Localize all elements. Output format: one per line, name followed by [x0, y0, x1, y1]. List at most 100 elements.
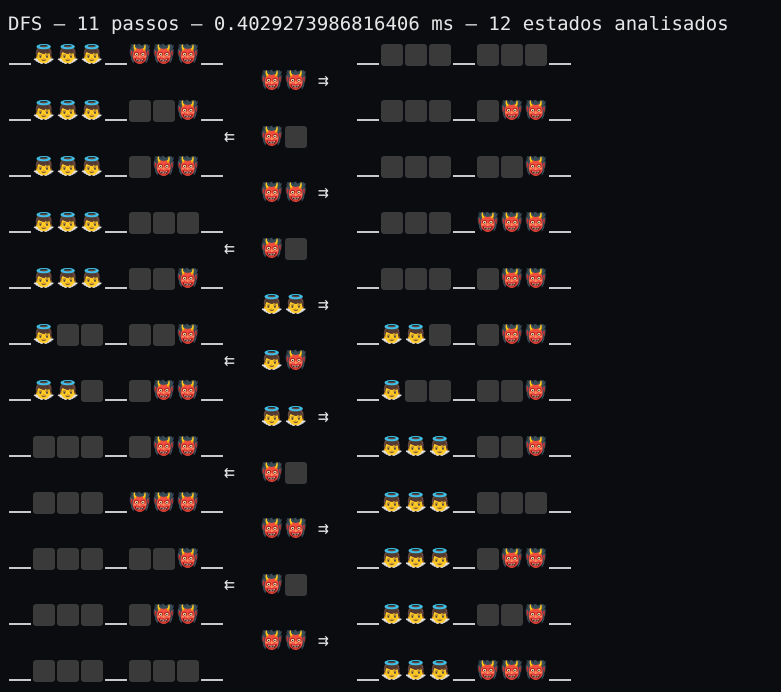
right-bank-state: 👹 👹: [356, 264, 572, 290]
move-row: 👹 👹 ⇉: [0, 516, 781, 544]
empty-slot-icon: [57, 492, 79, 514]
devil-icon: 👹: [260, 462, 284, 483]
shore-mark: [356, 604, 380, 626]
devil-icon: 👹: [260, 518, 284, 539]
shore-mark: [200, 604, 224, 626]
devil-icon: 👹: [176, 492, 200, 513]
shore-mark: [548, 268, 572, 290]
right-bank-state: 👹 👹: [356, 96, 572, 122]
empty-slot-icon: [285, 238, 307, 260]
angel-icon: 👼: [80, 44, 104, 65]
devil-icon: 👹: [260, 126, 284, 147]
devil-icon: 👹: [284, 518, 308, 539]
empty-slot-icon: [285, 574, 307, 596]
left-bank-state: [8, 656, 224, 682]
right-bank-state: 👼 👼 👹 👹: [356, 320, 572, 346]
devil-icon: 👹: [500, 268, 524, 289]
empty-slot-icon: [501, 156, 523, 178]
angel-icon: 👼: [404, 604, 428, 625]
empty-slot-icon: [129, 156, 151, 178]
shore-mark: [8, 436, 32, 458]
move-row: 👹 ⇇: [0, 572, 781, 600]
empty-slot-icon: [501, 380, 523, 402]
shore-mark: [356, 492, 380, 514]
devil-icon: 👹: [260, 574, 284, 595]
devil-icon: 👹: [524, 660, 548, 681]
boat-passengers: 👹 👹: [260, 516, 308, 542]
empty-slot-icon: [153, 324, 175, 346]
left-bank-state: 👹 👹: [8, 432, 224, 458]
angel-icon: 👼: [32, 100, 56, 121]
devil-icon: 👹: [500, 324, 524, 345]
state-row: 👼 👼 👼 👹 👹 👹: [0, 152, 781, 180]
shore-mark: [200, 660, 224, 682]
shore-mark: [200, 100, 224, 122]
left-bank-state: 👼 👼 👼 👹 👹 👹: [8, 40, 224, 66]
devil-icon: 👹: [176, 268, 200, 289]
angel-icon: 👼: [56, 156, 80, 177]
state-row: 👹 👹 👹 👼 👼 👼: [0, 488, 781, 516]
shore-mark: [356, 660, 380, 682]
empty-slot-icon: [381, 212, 403, 234]
devil-icon: 👹: [524, 156, 548, 177]
angel-icon: 👼: [56, 100, 80, 121]
empty-slot-icon: [429, 100, 451, 122]
devil-icon: 👹: [176, 380, 200, 401]
shore-mark: [356, 100, 380, 122]
empty-slot-icon: [57, 604, 79, 626]
empty-slot-icon: [405, 44, 427, 66]
shore-mark: [548, 604, 572, 626]
shore-mark: [356, 380, 380, 402]
arrow-right-icon: ⇉: [318, 630, 329, 651]
right-bank-state: 👹 👹 👹: [356, 208, 572, 234]
state-row: 👼 👼 👹 👹 👼 👹: [0, 376, 781, 404]
angel-icon: 👼: [56, 380, 80, 401]
arrow-left-icon: ⇇: [224, 574, 235, 595]
empty-slot-icon: [477, 44, 499, 66]
angel-icon: 👼: [32, 324, 56, 345]
angel-icon: 👼: [80, 268, 104, 289]
devil-icon: 👹: [284, 630, 308, 651]
devil-icon: 👹: [284, 182, 308, 203]
shore-mark: [548, 44, 572, 66]
empty-slot-icon: [477, 268, 499, 290]
empty-slot-icon: [381, 268, 403, 290]
shore-mark: [200, 156, 224, 178]
devil-icon: 👹: [500, 100, 524, 121]
empty-slot-icon: [381, 100, 403, 122]
devil-icon: 👹: [260, 70, 284, 91]
state-row: 👹 👹 👼 👼 👼 👹: [0, 600, 781, 628]
shore-mark: [548, 492, 572, 514]
devil-icon: 👹: [176, 436, 200, 457]
empty-slot-icon: [429, 44, 451, 66]
devil-icon: 👹: [176, 548, 200, 569]
empty-slot-icon: [405, 156, 427, 178]
left-bank-state: 👼 👼 👼 👹 👹: [8, 152, 224, 178]
devil-icon: 👹: [524, 380, 548, 401]
shore-mark: [452, 324, 476, 346]
empty-slot-icon: [57, 660, 79, 682]
shore-mark: [356, 44, 380, 66]
empty-slot-icon: [33, 660, 55, 682]
devil-icon: 👹: [152, 44, 176, 65]
empty-slot-icon: [153, 268, 175, 290]
devil-icon: 👹: [152, 492, 176, 513]
devil-icon: 👹: [176, 156, 200, 177]
shore-mark: [104, 44, 128, 66]
shore-mark: [548, 436, 572, 458]
devil-icon: 👹: [260, 182, 284, 203]
shore-mark: [8, 380, 32, 402]
empty-slot-icon: [153, 548, 175, 570]
boat-passengers: 👹: [260, 236, 308, 262]
shore-mark: [548, 156, 572, 178]
empty-slot-icon: [81, 436, 103, 458]
devil-icon: 👹: [524, 100, 548, 121]
shore-mark: [452, 380, 476, 402]
empty-slot-icon: [57, 548, 79, 570]
shore-mark: [356, 212, 380, 234]
shore-mark: [452, 44, 476, 66]
angel-icon: 👼: [380, 492, 404, 513]
devil-icon: 👹: [176, 100, 200, 121]
right-bank-state: 👼 👼 👼 👹 👹: [356, 544, 572, 570]
angel-icon: 👼: [260, 350, 284, 371]
